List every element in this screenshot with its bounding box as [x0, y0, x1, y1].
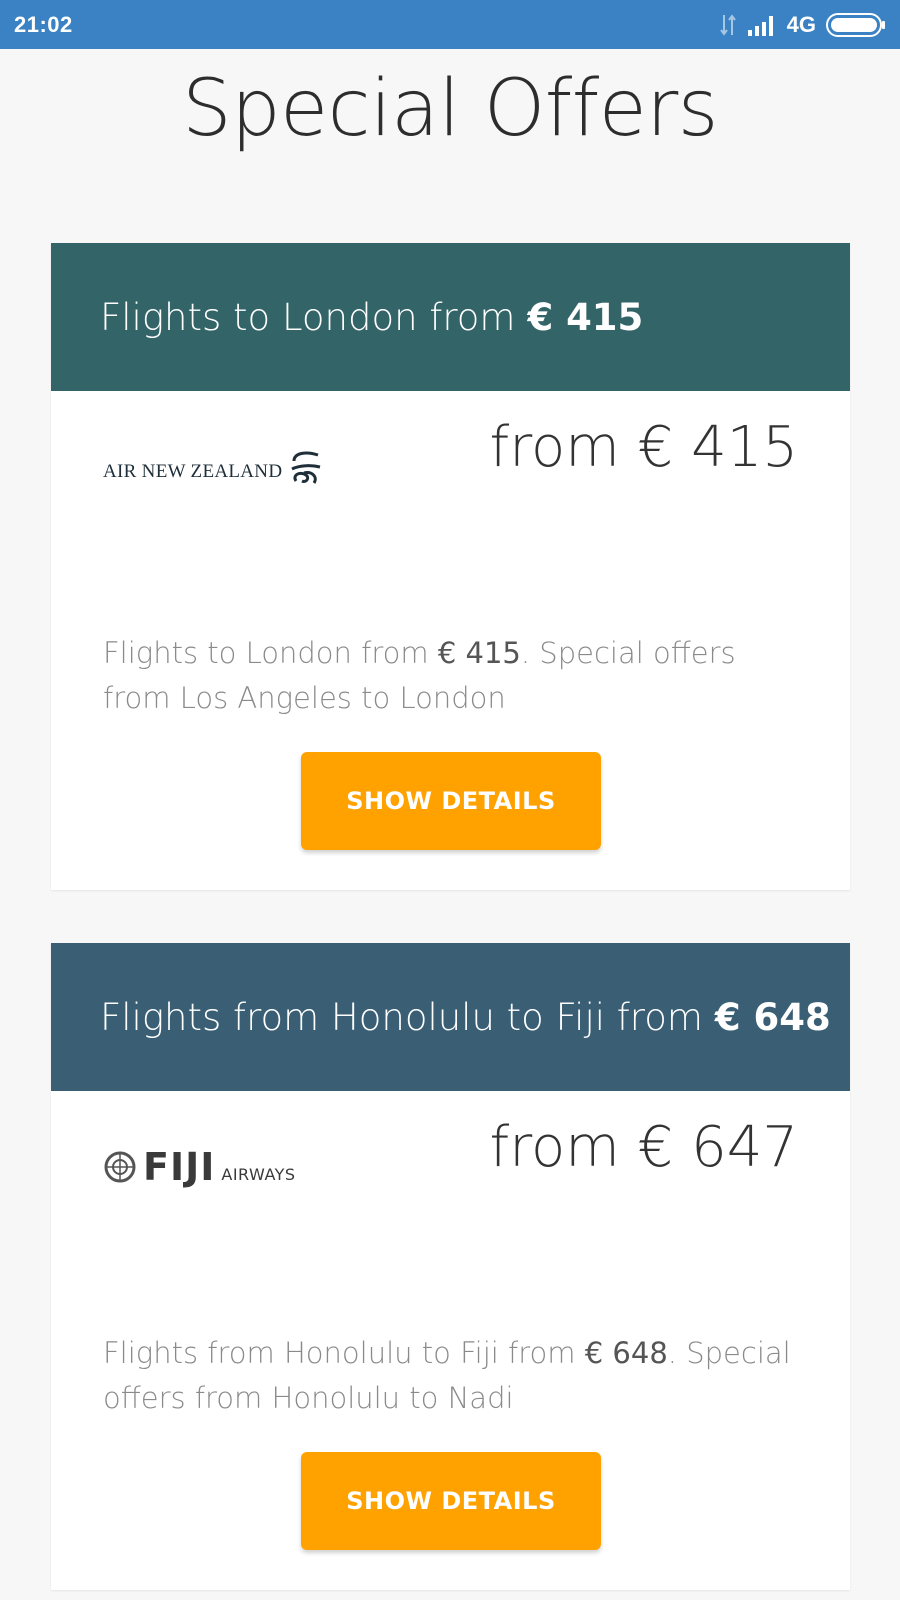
- offer-header-text: Flights from Honolulu to Fiji from: [100, 995, 703, 1039]
- offer-card: Flights from Honolulu to Fiji from € 648…: [51, 943, 850, 1590]
- page-title: Special Offers: [182, 64, 718, 154]
- price-prefix: from: [489, 415, 620, 480]
- offer-header[interactable]: Flights from Honolulu to Fiji from € 648: [51, 943, 850, 1091]
- koru-logo-icon: [291, 451, 321, 484]
- battery-icon: [826, 12, 885, 37]
- airline-logo-subtext: AIRWAYS: [221, 1164, 296, 1184]
- status-icons: 4G: [719, 12, 886, 38]
- network-arrows-icon: [719, 13, 736, 36]
- price-prefix: from: [489, 1115, 620, 1180]
- airline-logo-text: FIJI: [143, 1145, 216, 1189]
- description-price: € 648: [584, 1336, 668, 1370]
- description-text: Flights to London from: [103, 636, 429, 670]
- price-value: € 647: [637, 1115, 798, 1180]
- offer-card: Flights to London from € 415 AIR NEW ZEA…: [51, 243, 850, 890]
- status-time: 21:02: [14, 11, 73, 37]
- status-bar: 21:02 4G: [0, 0, 900, 49]
- show-details-button[interactable]: SHOW DETAILS: [301, 752, 601, 850]
- offer-header-price: € 415: [527, 295, 644, 339]
- description-text: Flights from Honolulu to Fiji from: [103, 1336, 576, 1370]
- show-details-button[interactable]: SHOW DETAILS: [301, 1452, 601, 1550]
- offer-body: FIJI AIRWAYS from € 647 Flights from Hon…: [51, 1091, 850, 1590]
- offer-description: Flights to London from € 415. Special of…: [103, 631, 793, 721]
- fiji-airways-logo: FIJI AIRWAYS: [103, 1145, 296, 1189]
- offer-header[interactable]: Flights to London from € 415: [51, 243, 850, 391]
- offer-description: Flights from Honolulu to Fiji from € 648…: [103, 1331, 793, 1421]
- price-value: € 415: [637, 415, 798, 480]
- offer-header-price: € 648: [714, 995, 831, 1039]
- signal-icon: [747, 15, 773, 36]
- offer-price: from € 415: [490, 415, 798, 480]
- offer-header-text: Flights to London from: [100, 295, 516, 339]
- fiji-emblem-icon: [104, 1151, 136, 1183]
- description-price: € 415: [437, 636, 521, 670]
- offer-body: AIR NEW ZEALAND from € 415 Flights to Lo…: [51, 391, 850, 890]
- network-type: 4G: [786, 11, 816, 37]
- airline-logo-text: AIR NEW ZEALAND: [103, 461, 283, 482]
- offer-price: from € 647: [490, 1115, 798, 1180]
- air-new-zealand-logo: AIR NEW ZEALAND: [103, 441, 324, 487]
